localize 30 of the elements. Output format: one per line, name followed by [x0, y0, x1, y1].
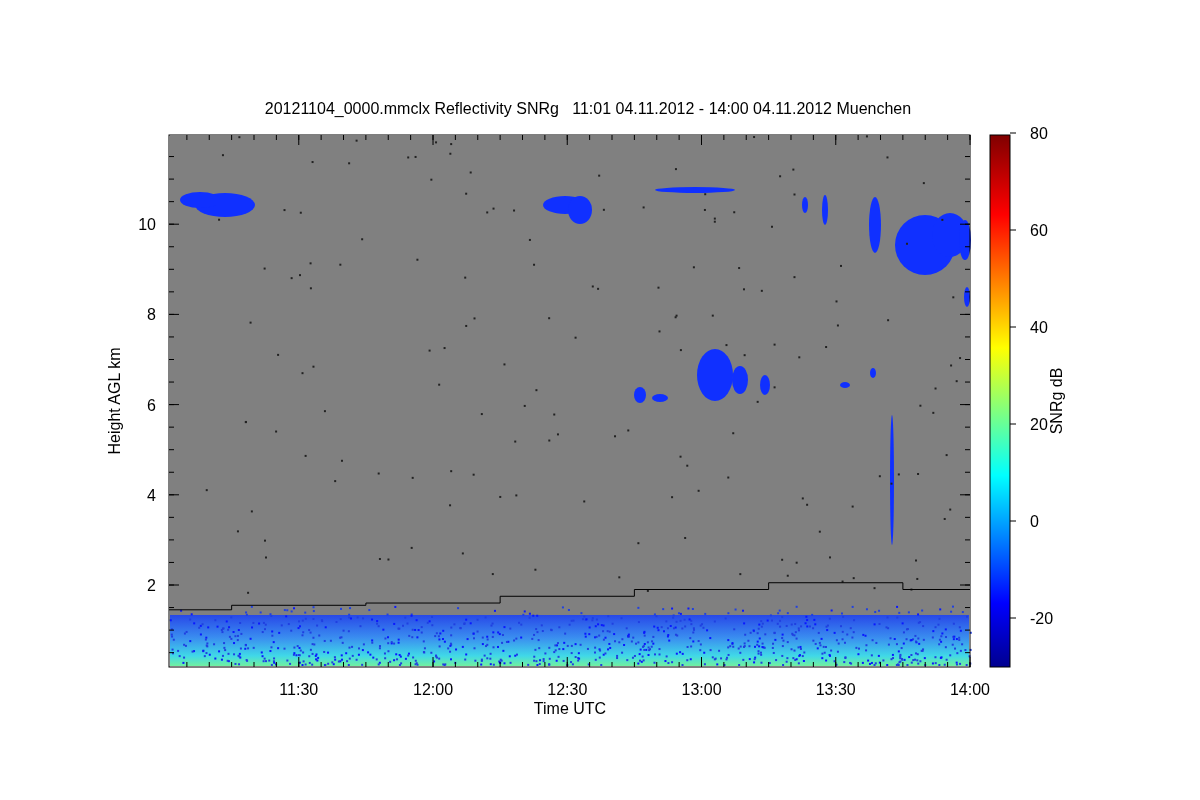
radar-echo — [964, 287, 970, 307]
radar-echo — [870, 368, 876, 378]
y-axis-label: Height AGL km — [106, 347, 123, 455]
axis-tick-label: 2 — [147, 577, 156, 594]
colorbar-tick-label: 0 — [1030, 513, 1039, 530]
axis-tick-label: 14:00 — [950, 681, 990, 698]
axis-tick-label: 10 — [138, 216, 156, 234]
colorbar-label: SNRg dB — [1048, 367, 1065, 435]
radar-echo — [840, 382, 850, 388]
x-axis-label: Time UTC — [533, 700, 607, 717]
radar-echo — [652, 394, 668, 402]
axis-tick-label: 13:30 — [815, 681, 856, 698]
colorbar-tick-label: 40 — [1030, 319, 1048, 336]
axis-tick-label: 11:30 — [279, 681, 319, 698]
radar-echo — [869, 197, 881, 253]
chart-title: 20121104_0000.mmclx Reflectivity SNRg 11:01 04.11.2012 - 14:00 04.11.2012 Muenchen — [264, 100, 912, 117]
colorbar-tick-label: -20 — [1030, 610, 1054, 627]
radar-echo — [802, 197, 808, 213]
radar-echo — [634, 387, 646, 403]
colorbar-tick-label: 80 — [1030, 125, 1048, 142]
axis-tick-label: 12:30 — [547, 681, 588, 698]
axis-tick-label: 6 — [147, 396, 156, 414]
axis-tick-label: 4 — [147, 486, 156, 504]
colorbar-tick-label: 60 — [1030, 222, 1048, 239]
axis-tick-label: 13:00 — [681, 681, 722, 698]
axis-tick-label: 12:00 — [413, 681, 454, 698]
radar-echo — [822, 195, 828, 225]
radar-echo — [760, 375, 770, 395]
axis-tick-label: 8 — [147, 306, 156, 324]
colorbar-tick-label: 20 — [1030, 416, 1048, 433]
